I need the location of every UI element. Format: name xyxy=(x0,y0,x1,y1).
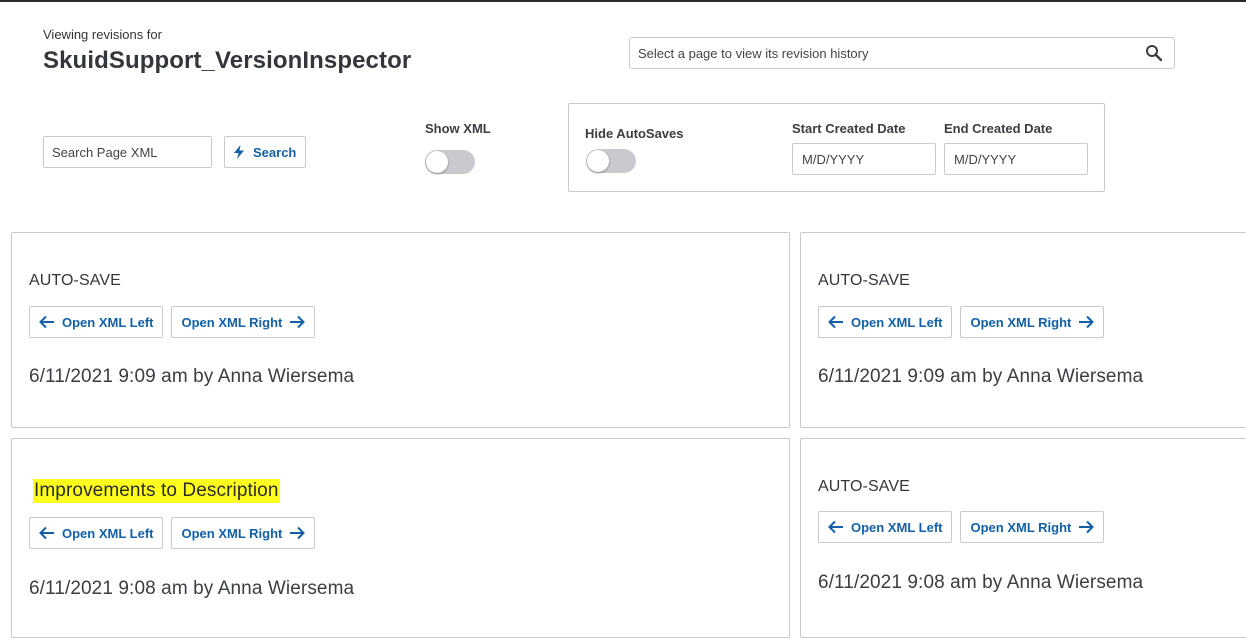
revision-type: AUTO-SAVE xyxy=(818,272,910,289)
arrow-right-icon xyxy=(1078,520,1095,534)
toggle-knob xyxy=(587,150,609,172)
arrow-right-icon xyxy=(289,526,306,540)
end-date-input[interactable] xyxy=(944,143,1088,175)
search-button[interactable]: Search xyxy=(224,136,306,168)
filter-panel: Hide AutoSaves Start Created Date End Cr… xyxy=(568,103,1105,192)
page-picker-input[interactable] xyxy=(638,45,1142,61)
revision-card: AUTO-SAVE Open XML Left Open XML Right 6… xyxy=(11,232,790,428)
revision-type: AUTO-SAVE xyxy=(29,272,121,289)
show-xml-label: Show XML xyxy=(425,121,491,136)
search-button-label: Search xyxy=(253,144,297,160)
revision-meta: 6/11/2021 9:08 am by Anna Wiersema xyxy=(818,572,1144,593)
toggle-knob xyxy=(426,151,448,173)
revision-meta: 6/11/2021 9:09 am by Anna Wiersema xyxy=(29,366,355,387)
hide-autosaves-label: Hide AutoSaves xyxy=(585,126,684,141)
start-date-input[interactable] xyxy=(792,143,936,175)
revision-comment: Improvements to Description xyxy=(33,479,280,503)
open-xml-right-button[interactable]: Open XML Right xyxy=(960,511,1105,543)
open-xml-left-label: Open XML Left xyxy=(851,314,943,330)
revision-meta: 6/11/2021 9:09 am by Anna Wiersema xyxy=(818,366,1144,387)
start-date-label: Start Created Date xyxy=(792,121,906,136)
lightning-icon xyxy=(233,145,245,159)
arrow-left-icon xyxy=(39,315,55,329)
revision-card: Improvements to Description Open XML Lef… xyxy=(11,438,790,638)
revision-type: AUTO-SAVE xyxy=(818,478,910,495)
revision-card: AUTO-SAVE Open XML Left Open XML Right 6… xyxy=(800,438,1246,638)
open-xml-left-button[interactable]: Open XML Left xyxy=(818,511,953,543)
open-xml-left-label: Open XML Left xyxy=(62,525,154,541)
open-xml-left-label: Open XML Left xyxy=(851,519,943,535)
arrow-right-icon xyxy=(289,315,306,329)
top-border xyxy=(0,0,1246,2)
open-xml-right-label: Open XML Right xyxy=(181,314,283,330)
arrow-right-icon xyxy=(1078,315,1095,329)
search-icon[interactable] xyxy=(1142,41,1166,65)
open-xml-left-button[interactable]: Open XML Left xyxy=(29,517,164,549)
open-xml-right-button[interactable]: Open XML Right xyxy=(171,517,316,549)
open-xml-left-button[interactable]: Open XML Left xyxy=(818,306,953,338)
open-xml-right-button[interactable]: Open XML Right xyxy=(171,306,316,338)
page-picker[interactable] xyxy=(629,37,1175,69)
open-xml-right-button[interactable]: Open XML Right xyxy=(960,306,1105,338)
open-xml-right-label: Open XML Right xyxy=(181,525,283,541)
revision-card: AUTO-SAVE Open XML Left Open XML Right 6… xyxy=(800,232,1246,428)
open-xml-left-label: Open XML Left xyxy=(62,314,154,330)
arrow-left-icon xyxy=(828,520,844,534)
arrow-left-icon xyxy=(828,315,844,329)
hide-autosaves-toggle[interactable] xyxy=(586,149,636,173)
open-xml-right-label: Open XML Right xyxy=(970,519,1072,535)
show-xml-toggle[interactable] xyxy=(425,150,475,174)
search-page-xml-input[interactable] xyxy=(43,136,212,168)
end-date-label: End Created Date xyxy=(944,121,1053,136)
open-xml-right-label: Open XML Right xyxy=(970,314,1072,330)
header-subtitle: Viewing revisions for xyxy=(43,27,162,42)
open-xml-left-button[interactable]: Open XML Left xyxy=(29,306,164,338)
arrow-left-icon xyxy=(39,526,55,540)
page-title: SkuidSupport_VersionInspector xyxy=(43,47,412,74)
revision-meta: 6/11/2021 9:08 am by Anna Wiersema xyxy=(29,578,355,599)
